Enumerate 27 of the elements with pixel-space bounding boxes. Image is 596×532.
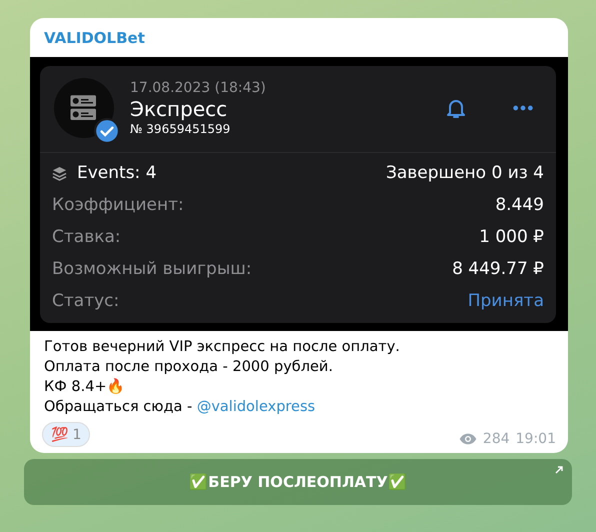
- channel-name[interactable]: VALIDOLBet: [30, 18, 568, 57]
- field-label: Статус:: [52, 291, 120, 311]
- status-value: Принята: [468, 291, 544, 311]
- field-label: Коэффициент:: [52, 195, 184, 215]
- message-time: 19:01: [516, 431, 556, 447]
- message-text: Обращаться сюда -: [44, 399, 194, 415]
- field-value: 8 449.77 ₽: [452, 259, 544, 279]
- external-arrow-icon: [554, 465, 564, 475]
- field-value: 1 000 ₽: [479, 227, 544, 247]
- inline-button[interactable]: ✅БЕРУ ПОСЛЕОПЛАТУ✅: [24, 459, 572, 505]
- eye-icon: [458, 433, 477, 445]
- message-text: Готов вечерний VIP экспресс на после оплату.: [44, 338, 401, 357]
- message-text: Оплата после прохода - 2000 рублей.: [44, 358, 334, 377]
- more-icon[interactable]: [512, 104, 534, 112]
- coupon-icon: [69, 93, 99, 123]
- layers-icon: [52, 166, 67, 180]
- field-label: Ставка:: [52, 227, 121, 247]
- reaction-button[interactable]: 💯 1: [42, 422, 90, 447]
- message-text: КФ 8.4+🔥: [44, 377, 126, 397]
- username-link[interactable]: @validolexpress: [196, 399, 316, 415]
- bet-title: Экспресс: [130, 96, 228, 122]
- view-count: 284: [482, 431, 510, 447]
- field-value: 8.449: [495, 195, 544, 215]
- bet-date: 17.08.2023 (18:43): [130, 80, 267, 96]
- field-label: Возможный выигрыш:: [52, 259, 252, 279]
- bet-number: № 39659451599: [130, 122, 232, 136]
- events-count: Events: 4: [77, 163, 157, 183]
